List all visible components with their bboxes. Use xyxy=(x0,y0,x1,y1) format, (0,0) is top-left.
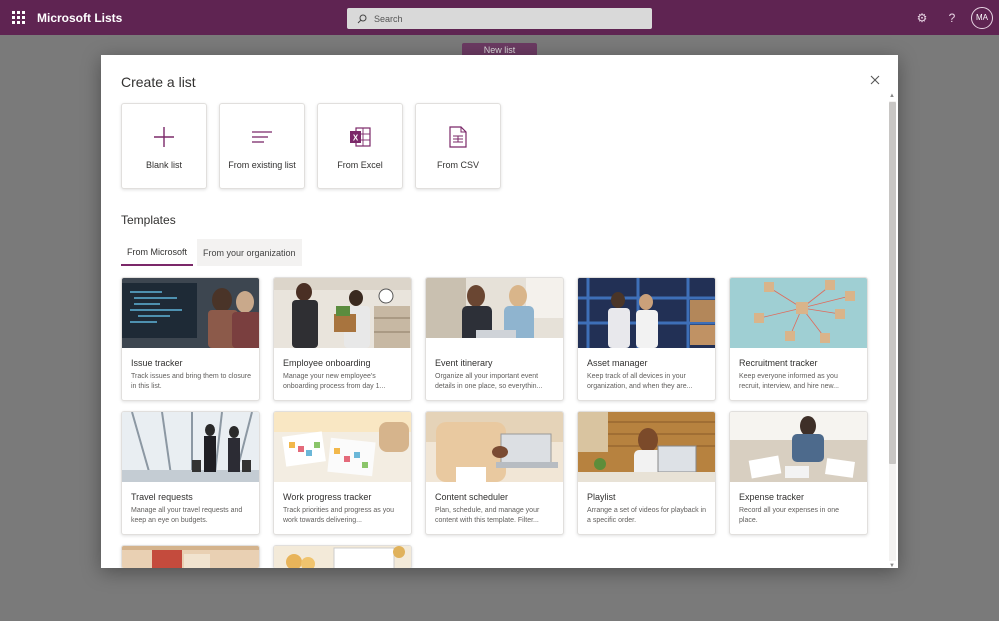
template-thumbnail xyxy=(426,278,563,348)
from-existing-list-button[interactable]: From existing list xyxy=(219,103,305,189)
app-launcher-button[interactable] xyxy=(0,0,32,35)
suite-bar: Microsoft Lists Search ⚙ ? MA xyxy=(0,0,999,35)
template-description: Keep everyone informed as you recruit, i… xyxy=(739,373,839,390)
tab-from-microsoft[interactable]: From Microsoft xyxy=(121,239,194,266)
template-description: Manage all your travel requests and keep… xyxy=(131,507,243,524)
excel-icon: X xyxy=(350,127,371,147)
template-thumbnail xyxy=(122,278,259,348)
template-name: Asset manager xyxy=(587,358,648,368)
create-option-label: From Excel xyxy=(337,160,383,170)
help-icon: ? xyxy=(948,10,956,25)
search-box[interactable]: Search xyxy=(347,8,652,29)
template-description: Plan, schedule, and manage your content … xyxy=(435,507,540,524)
app-title[interactable]: Microsoft Lists xyxy=(37,11,122,25)
dialog-scrollbar[interactable]: ▲ ▼ xyxy=(888,93,896,568)
template-thumbnail xyxy=(730,412,867,482)
template-name: Playlist xyxy=(587,492,616,502)
template-name: Employee onboarding xyxy=(283,358,371,368)
template-thumbnail xyxy=(274,278,411,348)
scroll-down-arrow-icon[interactable]: ▼ xyxy=(889,563,895,568)
search-placeholder: Search xyxy=(374,13,403,24)
template-name: Recruitment tracker xyxy=(739,358,818,368)
template-description: Manage your new employee's onboarding pr… xyxy=(283,373,386,390)
template-card-asset-manager[interactable]: Asset manager Keep track of all devices … xyxy=(577,277,716,401)
template-thumbnail xyxy=(426,412,563,482)
template-thumbnail xyxy=(274,546,411,568)
blank-list-button[interactable]: Blank list xyxy=(121,103,207,189)
create-options: Blank list From existing list X From Exc… xyxy=(121,103,513,189)
svg-text:X: X xyxy=(353,134,359,143)
template-name: Work progress tracker xyxy=(283,492,372,502)
search-icon xyxy=(357,14,367,23)
template-card-playlist[interactable]: Playlist Arrange a set of videos for pla… xyxy=(577,411,716,535)
scroll-thumb[interactable] xyxy=(889,102,896,464)
template-thumbnail xyxy=(578,412,715,482)
template-thumbnail xyxy=(730,278,867,348)
help-button[interactable]: ? xyxy=(937,11,967,25)
template-card-partial-1[interactable] xyxy=(121,545,260,568)
template-card-event-itinerary[interactable]: Event itinerary Organize all your import… xyxy=(425,277,564,401)
template-card-issue-tracker[interactable]: Issue tracker Track issues and bring the… xyxy=(121,277,260,401)
template-thumbnail xyxy=(274,412,411,482)
template-name: Travel requests xyxy=(131,492,193,502)
create-option-label: From existing list xyxy=(228,160,296,170)
plus-icon xyxy=(154,127,174,147)
template-card-expense-tracker[interactable]: Expense tracker Record all your expenses… xyxy=(729,411,868,535)
template-description: Track issues and bring them to closure i… xyxy=(131,373,251,390)
template-description: Organize all your important event detail… xyxy=(435,373,543,390)
tab-from-your-organization[interactable]: From your organization xyxy=(197,239,302,266)
template-description: Track priorities and progress as you wor… xyxy=(283,507,395,524)
template-card-partial-2[interactable] xyxy=(273,545,412,568)
template-description: Keep track of all devices in your organi… xyxy=(587,373,693,390)
create-option-label: Blank list xyxy=(145,160,182,170)
from-csv-button[interactable]: From CSV xyxy=(415,103,501,189)
from-excel-button[interactable]: X From Excel xyxy=(317,103,403,189)
create-option-label: From CSV xyxy=(436,160,479,170)
template-name: Issue tracker xyxy=(131,358,183,368)
dialog-title: Create a list xyxy=(121,74,196,90)
template-name: Content scheduler xyxy=(435,492,509,502)
waffle-icon xyxy=(11,11,25,24)
template-description: Record all your expenses in one place. xyxy=(739,507,840,524)
create-list-dialog: Create a list ▲ ▼ Blank list From existi… xyxy=(101,55,898,568)
template-name: Expense tracker xyxy=(739,492,805,502)
avatar[interactable]: MA xyxy=(971,6,993,29)
csv-icon xyxy=(449,126,467,148)
template-thumbnail xyxy=(122,546,259,568)
templates-grid: Issue tracker Track issues and bring the… xyxy=(121,277,868,568)
template-description: Arrange a set of videos for playback in … xyxy=(587,507,707,524)
template-card-content-scheduler[interactable]: Content scheduler Plan, schedule, and ma… xyxy=(425,411,564,535)
template-thumbnail xyxy=(578,278,715,348)
lines-icon xyxy=(252,131,272,143)
template-card-work-progress-tracker[interactable]: Work progress tracker Track priorities a… xyxy=(273,411,412,535)
template-card-recruitment-tracker[interactable]: Recruitment tracker Keep everyone inform… xyxy=(729,277,868,401)
scroll-up-arrow-icon[interactable]: ▲ xyxy=(889,93,895,99)
template-card-employee-onboarding[interactable]: Employee onboarding Manage your new empl… xyxy=(273,277,412,401)
gear-icon: ⚙ xyxy=(916,10,928,25)
close-icon xyxy=(870,75,880,85)
template-name: Event itinerary xyxy=(435,358,493,368)
close-button[interactable] xyxy=(870,72,880,88)
settings-button[interactable]: ⚙ xyxy=(907,11,937,25)
templates-heading: Templates xyxy=(121,213,176,227)
new-list-label: New list xyxy=(483,45,516,55)
template-card-travel-requests[interactable]: Travel requests Manage all your travel r… xyxy=(121,411,260,535)
template-tabs: From Microsoft From your organization xyxy=(121,239,302,266)
template-thumbnail xyxy=(122,412,259,482)
